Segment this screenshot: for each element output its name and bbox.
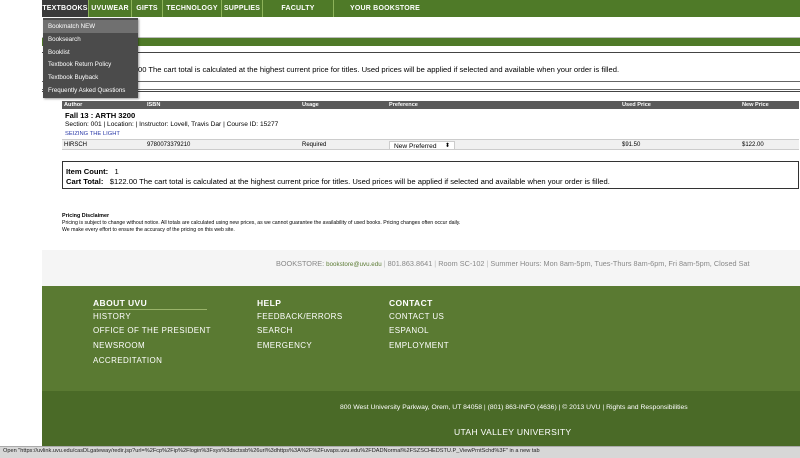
nav-technology[interactable]: TECHNOLOGY [163, 0, 222, 17]
menu-item-return-policy[interactable]: Textbook Return Policy [43, 58, 138, 71]
divider-box [42, 81, 800, 90]
nav-gifts[interactable]: GIFTS [132, 0, 163, 17]
nav-uvuwear[interactable]: UVUWEAR [89, 0, 132, 17]
used-price-cell: $91.50 [622, 142, 641, 148]
pricing-disclaimer-title: Pricing Disclaimer [62, 213, 110, 219]
menu-item-bookmatch[interactable]: Bookmatch NEW [43, 20, 138, 33]
footer-address-line: 800 West University Parkway, Orem, UT 84… [340, 404, 688, 411]
select-arrows-icon: ⬍ [444, 143, 450, 149]
bookstore-email-link[interactable]: bookstore@uvu.edu [326, 261, 381, 268]
footer-link-office-of-president[interactable]: OFFICE OF THE PRESIDENT [93, 326, 211, 335]
top-navigation: TEXTBOOKS UVUWEAR GIFTS TECHNOLOGY SUPPL… [42, 0, 800, 29]
contact-heading: CONTACT [389, 298, 433, 308]
footer-link-emergency[interactable]: EMERGENCY [257, 341, 312, 350]
column-usage: Usage [302, 102, 319, 108]
new-price-cell: $122.00 [742, 142, 764, 148]
cart-total-text: $122.00 The cart total is calculated at … [109, 177, 610, 186]
bookstore-room: Room SC-102 [438, 259, 485, 268]
column-isbn: ISBN [147, 102, 161, 108]
usage-cell: Required [302, 142, 327, 148]
author-cell: HIRSCH [64, 142, 88, 148]
bookstore-label: BOOKSTORE: [276, 259, 325, 268]
preference-select[interactable]: New Preferred ⬍ [389, 141, 455, 150]
footer-address: 800 West University Parkway, Orem, UT 84… [340, 404, 483, 411]
footer-link-history[interactable]: HISTORY [93, 312, 131, 321]
item-count-value: 1 [114, 167, 119, 176]
pricing-disclaimer-line1: Pricing is subject to change without not… [62, 220, 461, 226]
course-title: Fall 13 : ARTH 3200 [65, 111, 136, 120]
cart-total-line: Cart Total: $122.00 The cart total is ca… [66, 177, 610, 186]
column-author: Author [64, 102, 83, 108]
column-preference: Preference [389, 102, 418, 108]
menu-item-buyback[interactable]: Textbook Buyback [43, 71, 138, 84]
pricing-disclaimer-line2: We make every effort to ensure the accur… [62, 227, 235, 233]
footer-link-accreditation[interactable]: ACCREDITATION [93, 356, 162, 365]
menu-item-booksearch[interactable]: Booksearch [43, 33, 138, 46]
footer-link-espanol[interactable]: ESPANOL [389, 326, 429, 335]
footer-link-newsroom[interactable]: NEWSROOM [93, 341, 145, 350]
bookstore-info-strip: BOOKSTORE: bookstore@uvu.edu | 801.863.8… [42, 250, 800, 286]
footer-links: ABOUT UVU HISTORY OFFICE OF THE PRESIDEN… [42, 286, 800, 391]
nav-textbooks[interactable]: TEXTBOOKS [42, 0, 89, 17]
nav-faculty-services[interactable]: FACULTY SERVICES [263, 0, 334, 29]
isbn-cell: 9780073379210 [147, 142, 191, 148]
column-used-price: Used Price [622, 102, 651, 108]
divider-line [42, 91, 800, 100]
status-text: Open "https://uvlink.uvu.edu/casDLgatewa… [3, 448, 540, 454]
footer-rights-link[interactable]: Rights and Responsibilities [606, 404, 688, 411]
university-wordmark: UTAH VALLEY UNIVERSITY [454, 427, 572, 437]
section-green-bar [42, 38, 800, 46]
help-heading: HELP [257, 298, 282, 308]
bookstore-hours: Summer Hours: Mon 8am-5pm, Tues-Thurs 8a… [490, 259, 750, 268]
book-table-header: Author ISBN Usage Preference Used Price … [62, 101, 799, 109]
footer-copyright: © 2013 UVU [562, 404, 601, 411]
item-count-line: Item Count: 1 [66, 167, 119, 176]
footer-link-search[interactable]: SEARCH [257, 326, 293, 335]
course-info: Section: 001 | Location: | Instructor: L… [65, 121, 279, 128]
cart-total-note-top: 00 The cart total is calculated at the h… [138, 65, 620, 74]
cart-total-label: Cart Total: [66, 177, 104, 186]
table-row: HIRSCH 9780073379210 Required New Prefer… [62, 139, 799, 150]
menu-item-faq[interactable]: Frequently Asked Questions [43, 84, 138, 97]
footer-link-contact-us[interactable]: CONTACT US [389, 312, 444, 321]
footer-phone: (801) 863-INFO (4636) [487, 404, 557, 411]
nav-supplies[interactable]: SUPPLIES [222, 0, 263, 17]
about-uvu-heading: ABOUT UVU [93, 298, 207, 310]
item-count-label: Item Count: [66, 167, 109, 176]
footer-link-feedback[interactable]: FEEDBACK/ERRORS [257, 312, 343, 321]
divider [42, 52, 800, 53]
book-title-link[interactable]: SEIZING THE LIGHT [65, 131, 120, 137]
textbooks-dropdown-menu: Bookmatch NEW Booksearch Booklist Textbo… [43, 18, 138, 98]
browser-status-bar: Open "https://uvlink.uvu.edu/casDLgatewa… [0, 446, 800, 458]
column-new-price: New Price [742, 102, 769, 108]
footer-link-employment[interactable]: EMPLOYMENT [389, 341, 449, 350]
preference-value: New Preferred [394, 143, 437, 150]
cart-summary-box: Item Count: 1 Cart Total: $122.00 The ca… [62, 161, 799, 189]
footer-bottom: 800 West University Parkway, Orem, UT 84… [42, 391, 800, 446]
bookstore-info-line: BOOKSTORE: bookstore@uvu.edu | 801.863.8… [276, 259, 750, 268]
sub-header-area [42, 17, 800, 38]
bookstore-phone: 801.863.8641 [387, 259, 433, 268]
nav-your-bookstore-account[interactable]: YOUR BOOKSTORE ACCOUNT [334, 0, 436, 29]
